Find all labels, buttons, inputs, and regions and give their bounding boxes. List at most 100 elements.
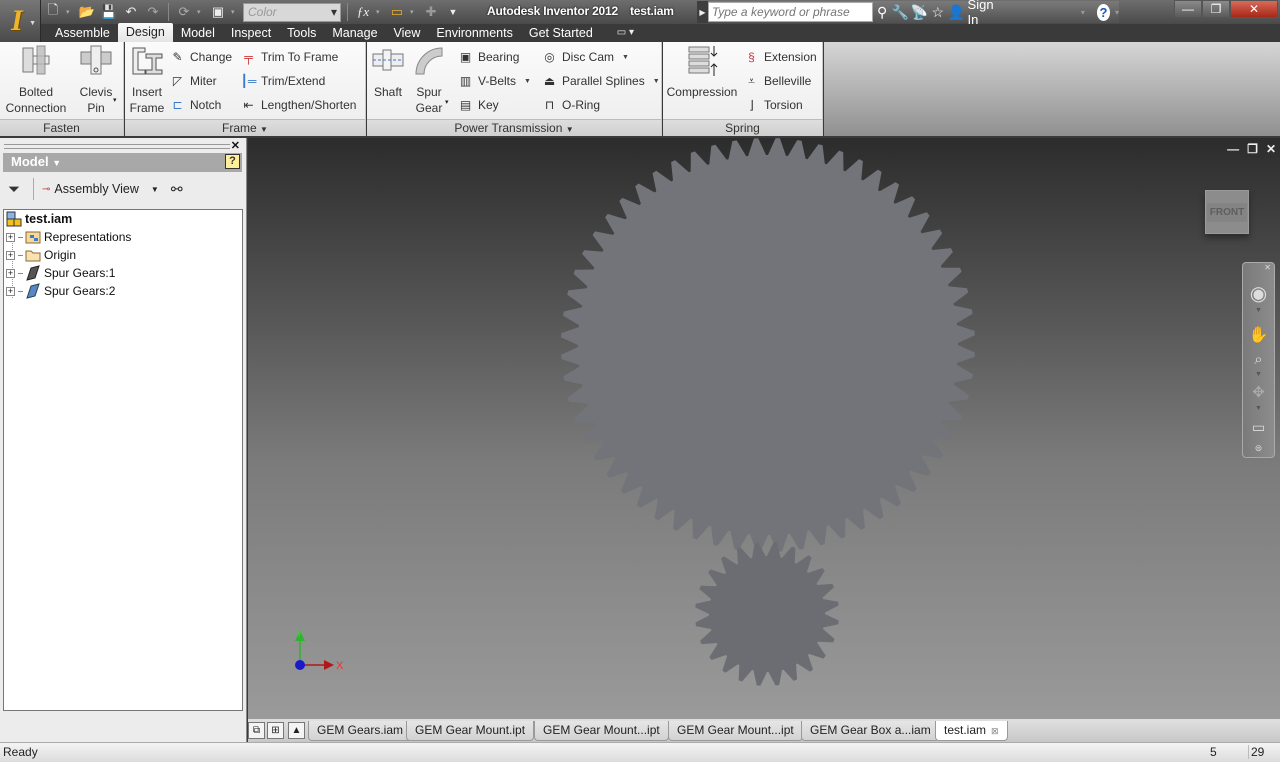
user-icon[interactable]: 👤 [947, 4, 966, 21]
tab-tools[interactable]: Tools [279, 24, 324, 42]
expand-search-icon[interactable]: ▶ [697, 1, 708, 23]
parallel-splines-button[interactable]: ⏏ Parallel Splines ▼ [541, 71, 660, 91]
color-combo[interactable]: Color [243, 2, 341, 22]
bolted-connection-button[interactable]: Bolted Connection [3, 44, 69, 116]
expand-icon[interactable]: + [6, 268, 15, 278]
spur-gear-2[interactable] [695, 542, 839, 686]
model-browser-header[interactable]: Model ▼ ? [3, 153, 242, 172]
minimize-icon[interactable]: — [1227, 142, 1239, 156]
close-icon[interactable]: ✕ [231, 139, 240, 152]
torsion-button[interactable]: ⌋ Torsion [743, 95, 803, 115]
steering-wheel-icon[interactable]: ◉ [1243, 281, 1274, 306]
close-icon[interactable]: ✕ [1243, 263, 1274, 272]
update-dropdown[interactable]: ▾ [197, 8, 205, 16]
restore-icon[interactable]: ❐ [1247, 142, 1258, 156]
panel-title-power[interactable]: Power Transmission ▼ [367, 119, 661, 136]
pan-icon[interactable]: ✋ [1243, 325, 1274, 345]
add-icon[interactable]: ✚ [422, 3, 440, 21]
tab-design[interactable]: Design [117, 23, 173, 42]
measure-dropdown[interactable]: ▾ [410, 8, 418, 16]
measure-icon[interactable]: ▭ [388, 3, 406, 21]
key-icon[interactable]: 🔧 [891, 4, 910, 21]
notch-button[interactable]: ⊏ Notch [169, 95, 221, 115]
change-button[interactable]: ✎ Change [169, 47, 232, 67]
chevron-down-icon[interactable]: ▼ [1243, 307, 1274, 314]
doc-tab[interactable]: GEM Gears.iam [308, 721, 413, 741]
spur-gear-1[interactable] [561, 138, 975, 552]
select-icon[interactable]: ▣ [209, 3, 227, 21]
insert-frame-button[interactable]: Insert Frame [127, 44, 167, 116]
binoculars-icon[interactable]: ⚲ [873, 4, 892, 21]
expand-icon[interactable]: + [6, 250, 15, 260]
sign-in-dropdown[interactable]: ▾ [1081, 8, 1085, 17]
tree-item[interactable]: + Representations [6, 228, 131, 246]
panel-display-toggle-icon[interactable]: ▭ ▾ [617, 24, 634, 42]
close-icon[interactable]: ✕ [1266, 142, 1276, 156]
doc-tab[interactable]: GEM Gear Mount.ipt [406, 721, 535, 741]
disc-cam-dropdown[interactable]: ▼ [622, 54, 629, 61]
tab-model[interactable]: Model [173, 24, 223, 42]
tree-item[interactable]: + Spur Gears:2 [6, 282, 115, 300]
spur-gear-button[interactable]: Spur Gear [411, 44, 447, 116]
help-icon[interactable]: ? [225, 154, 240, 169]
clevis-pin-button[interactable]: Clevis Pin [76, 44, 116, 116]
spur-gear-dropdown[interactable]: ▾ [445, 98, 449, 106]
vbelts-dropdown[interactable]: ▼ [524, 78, 531, 85]
tab-get-started[interactable]: Get Started [521, 24, 601, 42]
tab-inspect[interactable]: Inspect [223, 24, 279, 42]
save-icon[interactable]: 💾 [100, 3, 118, 21]
search-input[interactable] [707, 2, 873, 22]
minimize-button[interactable]: — [1174, 0, 1202, 18]
close-tab-icon[interactable]: ⊠ [991, 726, 999, 736]
customize-icon[interactable]: ▼ [444, 3, 462, 21]
tab-environments[interactable]: Environments [428, 24, 520, 42]
zoom-icon[interactable]: ⌕ [1243, 351, 1274, 368]
tree-item[interactable]: + Origin [6, 246, 76, 264]
doc-tab[interactable]: GEM Gear Mount...ipt [534, 721, 669, 741]
look-at-icon[interactable]: ▭ [1243, 419, 1274, 436]
shaft-button[interactable]: Shaft [369, 44, 407, 100]
redo-icon[interactable]: ↷ [144, 3, 162, 21]
orbit-icon[interactable]: ✥ [1243, 383, 1274, 401]
filter-icon[interactable]: ⏷ [3, 181, 25, 198]
miter-button[interactable]: ◸ Miter [169, 71, 217, 91]
open-icon[interactable]: 📂 [78, 3, 96, 21]
new-icon[interactable]: 🗋 [44, 2, 62, 21]
satellite-icon[interactable]: 📡 [910, 4, 929, 21]
chevron-down-icon[interactable]: ▼ [1243, 371, 1274, 378]
tile-windows-icon[interactable]: ⊞ [267, 722, 284, 739]
splines-dropdown[interactable]: ▼ [653, 78, 660, 85]
clevis-dropdown[interactable]: ▾ [113, 96, 117, 104]
application-menu-button[interactable]: I ▼ [0, 0, 41, 42]
vbelts-button[interactable]: ▥ V-Belts ▼ [457, 71, 531, 91]
compression-button[interactable]: Compression [666, 44, 738, 100]
gear-model[interactable] [248, 138, 1280, 718]
bearing-button[interactable]: ▣ Bearing [457, 47, 520, 67]
doc-tab[interactable]: GEM Gear Box a...iam [801, 721, 940, 741]
cascade-windows-icon[interactable]: ⧉ [248, 722, 265, 739]
key-button[interactable]: ▤ Key [457, 95, 499, 115]
tree-item[interactable]: + Spur Gears:1 [6, 264, 115, 282]
trim-to-frame-button[interactable]: ╤ Trim To Frame [240, 47, 338, 67]
disc-cam-button[interactable]: ◎ Disc Cam ▼ [541, 47, 629, 67]
help-icon[interactable]: ? [1096, 3, 1110, 21]
close-button[interactable]: ✕ [1230, 0, 1278, 18]
binoculars-icon[interactable]: ⚯ [171, 181, 183, 198]
trim-extend-button[interactable]: ┃═ Trim/Extend [240, 71, 326, 91]
viewcube[interactable]: FRONT [1205, 190, 1249, 234]
doc-tab-active[interactable]: test.iam ⊠ [935, 721, 1008, 741]
restore-button[interactable]: ❐ [1202, 0, 1230, 18]
sign-in-button[interactable]: Sign In [968, 0, 999, 27]
tab-assemble[interactable]: Assemble [47, 24, 118, 42]
chevron-down-icon[interactable]: ▼ [1243, 405, 1274, 412]
open-documents-icon[interactable]: ▲ [288, 722, 305, 739]
oring-button[interactable]: ⊓ O-Ring [541, 95, 600, 115]
belleville-button[interactable]: ⩡ Belleville [743, 71, 811, 91]
doc-tab[interactable]: GEM Gear Mount...ipt [668, 721, 803, 741]
star-icon[interactable]: ☆ [928, 4, 947, 21]
customize-icon[interactable]: ⊜ [1243, 443, 1274, 454]
expand-icon[interactable]: + [6, 232, 15, 242]
undo-icon[interactable]: ↶ [122, 3, 140, 21]
browser-drag-handle[interactable] [4, 144, 230, 149]
extension-button[interactable]: § Extension [743, 47, 817, 67]
